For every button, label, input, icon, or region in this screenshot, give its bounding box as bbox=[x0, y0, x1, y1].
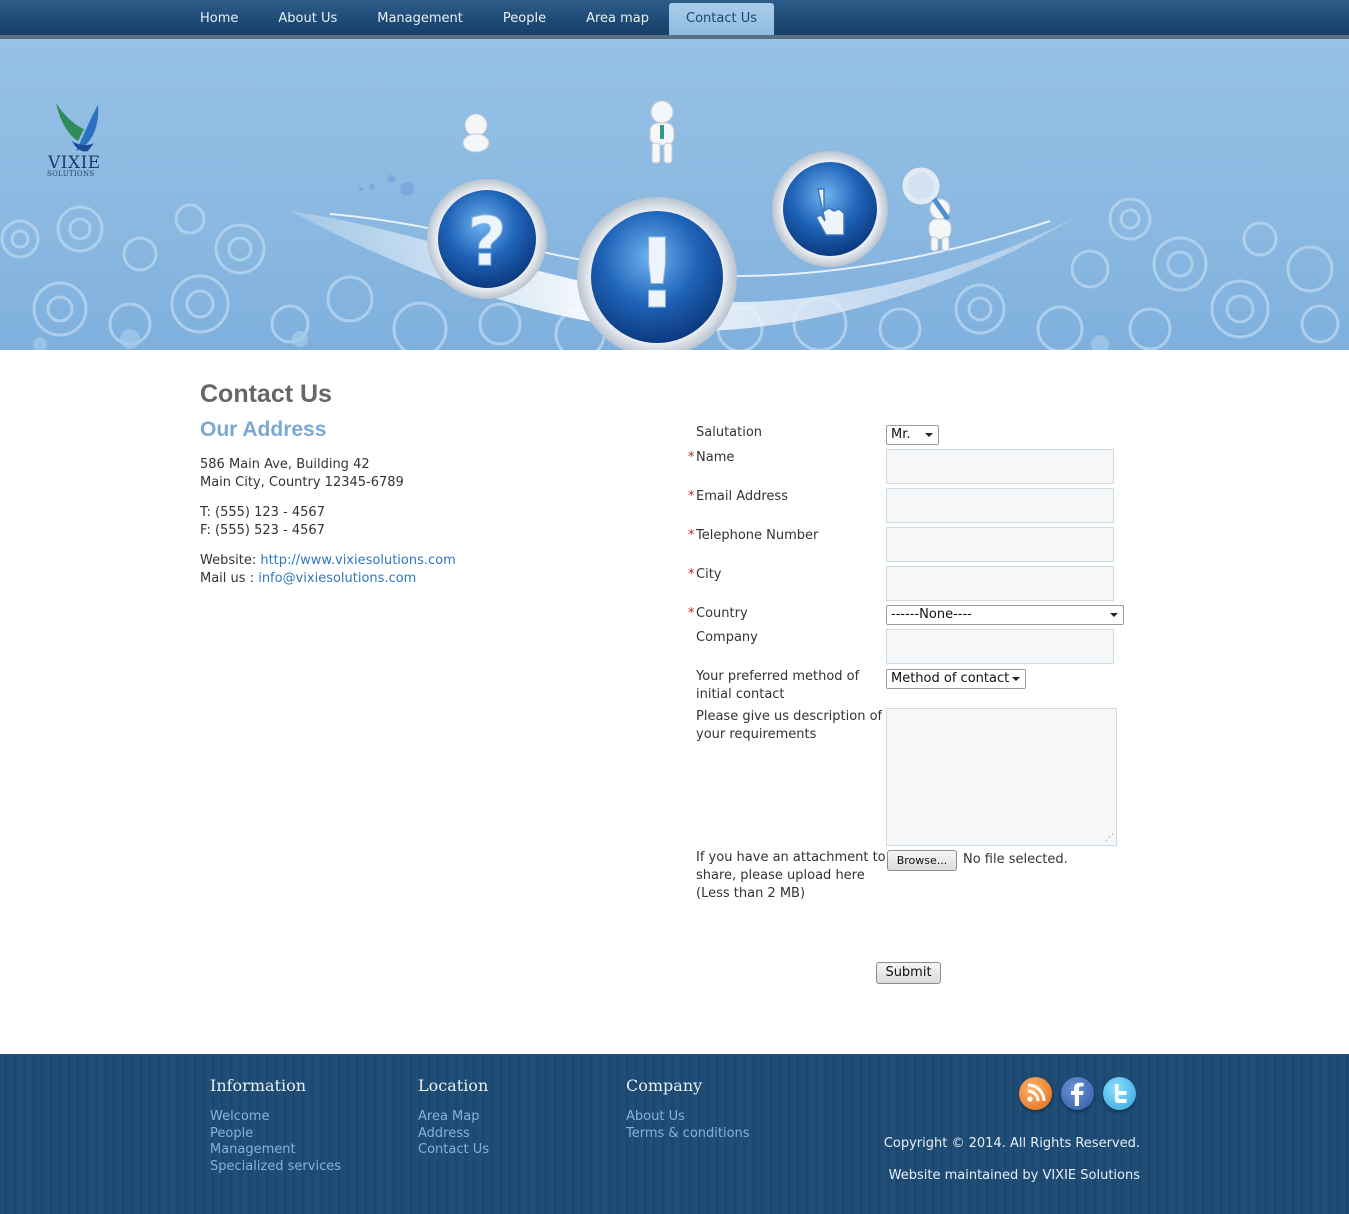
browse-button[interactable]: Browse... bbox=[887, 850, 957, 871]
required-mark: * bbox=[688, 567, 695, 582]
nav-tabs: Home About Us Management People Area map… bbox=[180, 0, 775, 35]
tab-about-us[interactable]: About Us bbox=[258, 0, 357, 35]
footer-location: Location Area Map Address Contact Us bbox=[418, 1076, 489, 1159]
footer-location-title: Location bbox=[418, 1076, 489, 1095]
city-label: * City bbox=[688, 566, 722, 584]
name-label: * Name bbox=[688, 449, 735, 467]
city-input[interactable] bbox=[886, 566, 1114, 601]
address-block: 586 Main Ave, Building 42 Main City, Cou… bbox=[200, 456, 456, 600]
contact-method-label-line-1: Your preferred method of bbox=[696, 669, 860, 684]
footer-company: Company About Us Terms & conditions bbox=[626, 1076, 750, 1142]
attachment-label-line-3: (Less than 2 MB) bbox=[696, 886, 806, 901]
resize-grip-icon[interactable]: ⋰ bbox=[1105, 834, 1114, 843]
required-mark: * bbox=[688, 450, 695, 465]
tab-area-map[interactable]: Area map bbox=[566, 0, 669, 35]
footer-link-welcome[interactable]: Welcome bbox=[210, 1109, 341, 1126]
description-label-line-1: Please give us description of bbox=[696, 709, 883, 724]
footer-information: Information Welcome People Management Sp… bbox=[210, 1076, 341, 1175]
country-label-text: Country bbox=[696, 606, 748, 621]
footer-link-management[interactable]: Management bbox=[210, 1142, 341, 1159]
twitter-glyph bbox=[1115, 1084, 1127, 1103]
email-label: * Email Address bbox=[688, 488, 788, 506]
name-label-text: Name bbox=[696, 450, 735, 465]
footer-link-terms[interactable]: Terms & conditions bbox=[626, 1126, 750, 1143]
contact-method-value: Method of contact bbox=[891, 671, 1010, 686]
header-banner: ? ! VIXIE SOLUTIONS bbox=[0, 39, 1349, 350]
tab-people[interactable]: People bbox=[483, 0, 566, 35]
website-label: Website: bbox=[200, 553, 261, 568]
tab-home[interactable]: Home bbox=[180, 0, 258, 35]
contact-method-select[interactable]: Method of contact bbox=[886, 669, 1026, 689]
svg-text:?: ? bbox=[467, 203, 506, 282]
description-label-line-2: your requirements bbox=[696, 727, 817, 742]
description-label: Please give us description of your requi… bbox=[696, 708, 882, 744]
attachment-label-line-2: share, please upload here bbox=[696, 868, 865, 883]
required-mark: * bbox=[688, 489, 695, 504]
chevron-down-icon bbox=[1110, 613, 1118, 617]
company-input[interactable] bbox=[886, 629, 1114, 664]
attachment-label-line-1: If you have an attachment to bbox=[696, 850, 886, 865]
attachment-label: If you have an attachment to share, plea… bbox=[696, 849, 886, 903]
chevron-down-icon bbox=[1012, 677, 1020, 681]
footer-link-about-us[interactable]: About Us bbox=[626, 1109, 750, 1126]
company-label: Company bbox=[696, 630, 758, 645]
address-line-2: Main City, Country 12345-6789 bbox=[200, 475, 404, 490]
contact-method-label: Your preferred method of initial contact bbox=[696, 668, 859, 704]
footer-link-area-map[interactable]: Area Map bbox=[418, 1109, 489, 1126]
page-title: Contact Us bbox=[200, 380, 332, 408]
banner-illustration: ? ! bbox=[0, 100, 1340, 350]
top-navigation: Home About Us Management People Area map… bbox=[0, 0, 1349, 39]
email-label-text: Email Address bbox=[696, 489, 788, 504]
mail-label: Mail us : bbox=[200, 571, 259, 586]
vixie-logo[interactable]: VIXIE SOLUTIONS bbox=[46, 101, 108, 178]
chevron-down-icon bbox=[925, 433, 933, 437]
copyright-text: Copyright © 2014. All Rights Reserved. bbox=[883, 1136, 1140, 1151]
facebook-icon[interactable] bbox=[1061, 1077, 1094, 1110]
telephone-input[interactable] bbox=[886, 527, 1114, 562]
country-value: ------None---- bbox=[891, 607, 972, 622]
country-select[interactable]: ------None---- bbox=[886, 605, 1124, 625]
required-mark: * bbox=[688, 606, 695, 621]
city-label-text: City bbox=[696, 567, 722, 582]
logo-icon bbox=[56, 103, 99, 152]
address-title: Our Address bbox=[200, 418, 327, 441]
footer-link-contact-us[interactable]: Contact Us bbox=[418, 1142, 489, 1159]
fax-number: F: (555) 523 - 4567 bbox=[200, 523, 325, 538]
salutation-label: Salutation bbox=[696, 425, 763, 440]
telephone-label: * Telephone Number bbox=[688, 527, 819, 545]
no-file-status: No file selected. bbox=[963, 852, 1068, 867]
contact-method-label-line-2: initial contact bbox=[696, 687, 785, 702]
tab-contact-us[interactable]: Contact Us bbox=[669, 3, 775, 35]
salutation-value: Mr. bbox=[891, 427, 911, 442]
twitter-icon[interactable] bbox=[1103, 1077, 1136, 1110]
name-input[interactable] bbox=[886, 449, 1114, 484]
maintained-by-text: Website maintained by VIXIE Solutions bbox=[888, 1168, 1140, 1183]
address-line-1: 586 Main Ave, Building 42 bbox=[200, 457, 370, 472]
salutation-select[interactable]: Mr. bbox=[886, 425, 939, 445]
description-textarea[interactable]: ⋰ bbox=[886, 708, 1117, 846]
footer-link-specialized-services[interactable]: Specialized services bbox=[210, 1159, 341, 1176]
logo-subtitle: SOLUTIONS bbox=[47, 170, 95, 178]
phone-number: T: (555) 123 - 4567 bbox=[200, 505, 325, 520]
required-mark: * bbox=[688, 528, 695, 543]
country-label: * Country bbox=[688, 605, 748, 623]
footer-company-title: Company bbox=[626, 1076, 703, 1095]
telephone-label-text: Telephone Number bbox=[696, 528, 819, 543]
website-link[interactable]: http://www.vixiesolutions.com bbox=[260, 553, 455, 568]
tab-management[interactable]: Management bbox=[357, 0, 483, 35]
footer-link-people[interactable]: People bbox=[210, 1126, 341, 1143]
footer-link-address[interactable]: Address bbox=[418, 1126, 489, 1143]
email-input[interactable] bbox=[886, 488, 1114, 523]
rss-icon[interactable] bbox=[1019, 1077, 1052, 1110]
svg-text:!: ! bbox=[635, 218, 679, 330]
email-link[interactable]: info@vixiesolutions.com bbox=[258, 571, 416, 586]
footer-information-title: Information bbox=[210, 1076, 307, 1095]
submit-button[interactable]: Submit bbox=[876, 962, 941, 984]
rss-glyph bbox=[1027, 1083, 1046, 1102]
facebook-glyph bbox=[1071, 1082, 1084, 1106]
